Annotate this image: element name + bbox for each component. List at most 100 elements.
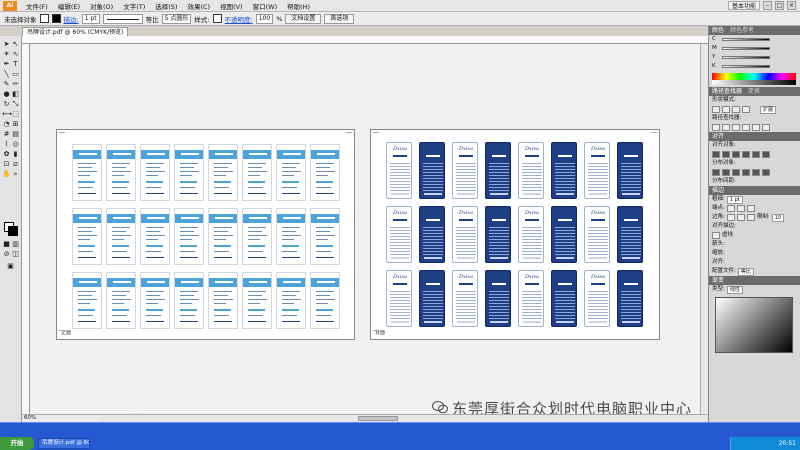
align-tab[interactable]: 对齐 bbox=[712, 132, 724, 141]
gradient-tab[interactable]: 渐变 bbox=[712, 276, 724, 285]
round-cap-icon[interactable] bbox=[736, 205, 745, 212]
align-panel-header[interactable]: 对齐 bbox=[709, 132, 800, 141]
color-mode-icon[interactable]: ■ bbox=[2, 240, 11, 249]
distribute-bottom-icon[interactable] bbox=[732, 169, 740, 176]
intersect-icon[interactable] bbox=[732, 106, 740, 113]
start-button[interactable]: 开始 bbox=[0, 437, 34, 450]
stroke-color-swatch[interactable] bbox=[51, 14, 61, 23]
front-tag-card[interactable] bbox=[174, 272, 204, 329]
horizontal-scroll-thumb[interactable] bbox=[358, 416, 398, 421]
back-tag-card[interactable]: Dxisa bbox=[518, 142, 544, 199]
color-tab[interactable]: 颜色 bbox=[712, 26, 724, 35]
width-tool-icon[interactable]: ⟷ bbox=[2, 110, 12, 119]
rectangle-tool-icon[interactable]: ▭ bbox=[11, 70, 20, 79]
type-field[interactable]: 线性 bbox=[726, 285, 743, 294]
pathfinder-tab[interactable]: 路径查找器 bbox=[712, 87, 742, 96]
artboard-tool-icon[interactable]: ⊡ bbox=[2, 160, 11, 169]
opacity-link[interactable]: 不透明度: bbox=[225, 14, 253, 24]
color-guide-tab[interactable]: 颜色参考 bbox=[730, 26, 754, 35]
distribute-top-icon[interactable] bbox=[712, 169, 720, 176]
none-mode-icon[interactable]: ⊘ bbox=[2, 250, 11, 259]
menu-item-7[interactable]: 窗口(W) bbox=[248, 1, 283, 11]
free-transform-tool-icon[interactable]: ⬚ bbox=[11, 110, 20, 119]
front-tag-card[interactable] bbox=[72, 144, 102, 201]
artboard-front[interactable]: 正面 bbox=[56, 129, 355, 340]
horizontal-scrollbar[interactable] bbox=[98, 414, 708, 422]
stroke-swatch[interactable] bbox=[8, 226, 18, 236]
stroke-weight-field[interactable]: 1 pt bbox=[81, 13, 100, 24]
front-tag-card[interactable] bbox=[208, 208, 238, 265]
close-icon[interactable]: × bbox=[787, 1, 796, 10]
maximize-icon[interactable]: □ bbox=[775, 1, 784, 10]
menu-item-8[interactable]: 帮助(H) bbox=[282, 1, 315, 11]
mesh-tool-icon[interactable]: # bbox=[2, 130, 11, 139]
distribute-right-icon[interactable] bbox=[762, 169, 770, 176]
front-tag-card[interactable] bbox=[106, 144, 136, 201]
channel-slider[interactable] bbox=[722, 47, 770, 50]
menu-item-6[interactable]: 视图(V) bbox=[215, 1, 248, 11]
trim-icon[interactable] bbox=[722, 124, 730, 131]
front-tag-card[interactable] bbox=[208, 272, 238, 329]
menu-item-4[interactable]: 选择(S) bbox=[150, 1, 182, 11]
draw-mode-icon[interactable]: ◫ bbox=[11, 250, 20, 259]
align-left-icon[interactable] bbox=[712, 151, 720, 158]
document-setup-button[interactable]: 文档设置 bbox=[285, 13, 322, 24]
back-tag-card[interactable] bbox=[617, 270, 643, 327]
back-tag-card[interactable]: Dxisa bbox=[518, 270, 544, 327]
canvas[interactable]: 正面 背面 Dxisa Dxisa Dxisa Dxisa Dxisa Dxisa Dxis… bbox=[30, 44, 708, 414]
front-tag-card[interactable] bbox=[72, 208, 102, 265]
front-tag-card[interactable] bbox=[310, 272, 340, 329]
weight-field[interactable]: 1 pt bbox=[726, 195, 743, 204]
selection-tool-icon[interactable]: ➤ bbox=[2, 40, 11, 49]
expand-button[interactable]: 扩展 bbox=[760, 105, 777, 114]
pencil-tool-icon[interactable]: ✏ bbox=[11, 80, 20, 89]
back-tag-card[interactable]: Dxisa bbox=[518, 206, 544, 263]
blob-brush-tool-icon[interactable]: ● bbox=[2, 90, 11, 99]
document-tab[interactable]: 吊牌设计.pdf @ 60% (CMYK/预览) bbox=[22, 27, 129, 36]
profile-label[interactable]: 等比 bbox=[146, 14, 159, 24]
minus-front-icon[interactable] bbox=[722, 106, 730, 113]
back-tag-card[interactable] bbox=[419, 142, 445, 199]
front-tag-card[interactable] bbox=[174, 144, 204, 201]
menu-item-1[interactable]: 编辑(E) bbox=[53, 1, 85, 11]
type-tool-icon[interactable]: T bbox=[11, 60, 20, 69]
pathfinder-panel-header[interactable]: 路径查找器 变换 bbox=[709, 87, 800, 96]
butt-cap-icon[interactable] bbox=[726, 205, 735, 212]
pen-tool-icon[interactable]: ✒ bbox=[2, 60, 11, 69]
channel-slider[interactable] bbox=[722, 65, 770, 68]
align-bottom-icon[interactable] bbox=[762, 151, 770, 158]
back-tag-card[interactable]: Dxisa bbox=[452, 270, 478, 327]
fill-color-swatch[interactable] bbox=[39, 14, 49, 23]
slice-tool-icon[interactable]: ⧄ bbox=[11, 160, 20, 169]
back-tag-card[interactable] bbox=[485, 270, 511, 327]
crop-icon[interactable] bbox=[742, 124, 750, 131]
front-tag-card[interactable] bbox=[140, 144, 170, 201]
taskbar-illustrator-button[interactable]: 吊牌设计.pdf @ 60%... bbox=[38, 438, 90, 449]
back-tag-card[interactable] bbox=[551, 142, 577, 199]
front-tag-card[interactable] bbox=[242, 208, 272, 265]
screen-mode-icon[interactable]: ▣ bbox=[6, 262, 15, 271]
channel-slider[interactable] bbox=[722, 56, 770, 59]
front-tag-card[interactable] bbox=[140, 272, 170, 329]
gradient-mode-icon[interactable]: ▥ bbox=[11, 240, 20, 249]
back-tag-card[interactable] bbox=[551, 206, 577, 263]
stroke-panel-header[interactable]: 描边 bbox=[709, 186, 800, 195]
dashed-checkbox[interactable] bbox=[712, 232, 720, 239]
square-cap-icon[interactable] bbox=[746, 205, 755, 212]
back-tag-card[interactable] bbox=[485, 206, 511, 263]
artboard-back[interactable]: 背面 Dxisa Dxisa Dxisa Dxisa Dxisa Dxisa Dxisa Dx… bbox=[370, 129, 660, 340]
gradient-panel-header[interactable]: 渐变 bbox=[709, 276, 800, 285]
back-tag-card[interactable] bbox=[551, 270, 577, 327]
profile-field[interactable]: 等比 bbox=[737, 267, 754, 276]
gradient-tool-icon[interactable]: ▤ bbox=[11, 130, 20, 139]
color-spectrum[interactable] bbox=[712, 73, 796, 85]
style-swatch[interactable] bbox=[212, 14, 222, 23]
back-tag-card[interactable]: Dxisa bbox=[584, 142, 610, 199]
lasso-tool-icon[interactable]: ∿ bbox=[11, 50, 20, 59]
front-tag-card[interactable] bbox=[276, 144, 306, 201]
minimize-icon[interactable]: – bbox=[763, 1, 772, 10]
symbol-sprayer-tool-icon[interactable]: ✿ bbox=[2, 150, 11, 159]
distribute-vcenter-icon[interactable] bbox=[722, 169, 730, 176]
menu-item-2[interactable]: 对象(O) bbox=[85, 1, 118, 11]
front-tag-card[interactable] bbox=[310, 144, 340, 201]
